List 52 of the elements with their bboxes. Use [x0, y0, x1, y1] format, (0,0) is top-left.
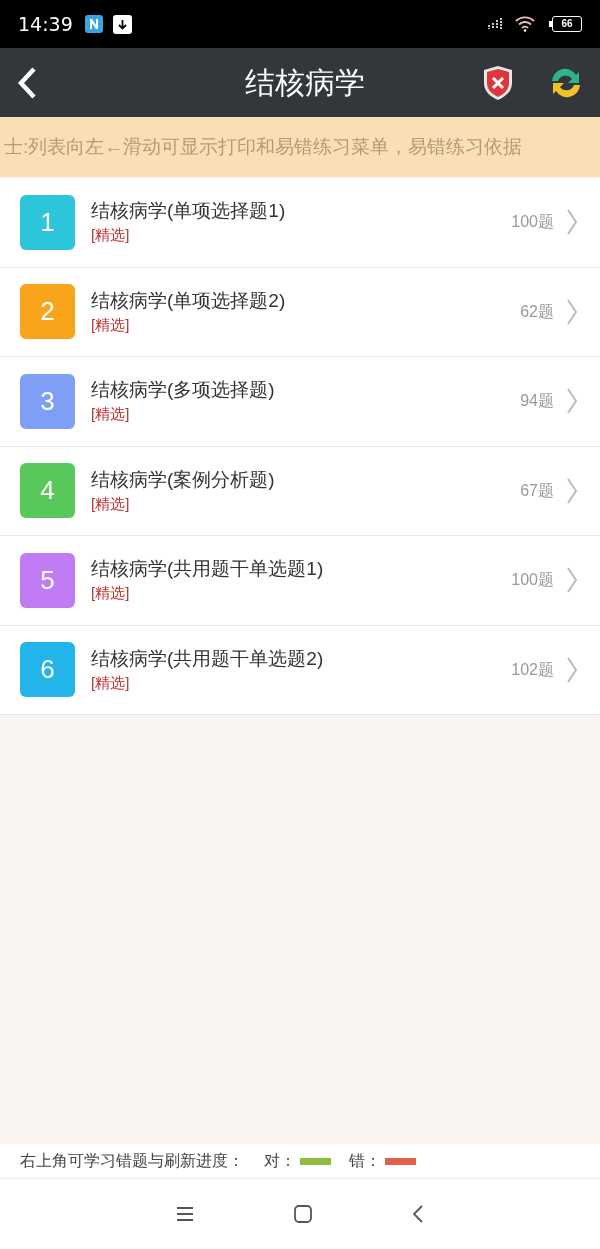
- home-icon[interactable]: [294, 1205, 312, 1223]
- item-tag: [精选]: [91, 313, 521, 336]
- item-title: 结核病学(单项选择题1): [91, 199, 287, 224]
- wifi-icon: [515, 16, 535, 32]
- item-title: 结核病学(共用题干单选题1): [91, 557, 325, 582]
- shield-icon[interactable]: [482, 64, 514, 101]
- question-count: 100题: [511, 212, 554, 233]
- tip-text: 士:列表向左←滑动可显示打印和易错练习菜单，易错练习依据: [3, 134, 523, 159]
- app-notification-icon: [84, 15, 103, 33]
- chevron-icon: [566, 388, 578, 415]
- number-badge: 1: [20, 194, 75, 250]
- item-tag: [精选]: [91, 671, 512, 694]
- legend-text: 右上角可学习错题与刷新进度：: [20, 1151, 244, 1171]
- question-count: 62题: [520, 301, 554, 322]
- list-item[interactable]: 1 结核病学(单项选择题1) [精选] 100题: [0, 178, 600, 268]
- menu-icon[interactable]: [176, 1207, 194, 1221]
- number-badge: 3: [20, 373, 75, 429]
- list-item[interactable]: 3 结核病学(多项选择题) [精选] 94题: [0, 357, 600, 447]
- chevron-icon: [566, 209, 578, 236]
- item-title: 结核病学(多项选择题): [91, 378, 276, 403]
- list-item[interactable]: 4 结核病学(案例分析题) [精选] 67题: [0, 446, 600, 536]
- chevron-icon: [566, 656, 578, 683]
- back-icon[interactable]: [16, 65, 38, 100]
- download-icon: [112, 14, 132, 34]
- item-tag: [精选]: [91, 403, 521, 426]
- list-item[interactable]: 2 结核病学(单项选择题2) [精选] 62题: [0, 267, 600, 357]
- battery-icon: 66: [549, 16, 582, 32]
- number-badge: 4: [20, 463, 75, 519]
- question-count: 102题: [511, 659, 554, 680]
- signal-icon: [487, 17, 505, 31]
- question-count: 94题: [520, 391, 554, 412]
- number-badge: 2: [20, 284, 75, 340]
- item-tag: [精选]: [91, 582, 512, 605]
- question-count: 100题: [511, 570, 554, 591]
- list-item[interactable]: 5 结核病学(共用题干单选题1) [精选] 100题: [0, 536, 600, 626]
- chevron-icon: [566, 567, 578, 594]
- number-badge: 6: [20, 642, 75, 698]
- question-count: 67题: [520, 480, 554, 501]
- number-badge: 5: [20, 552, 75, 608]
- item-tag: [精选]: [91, 492, 521, 515]
- item-title: 结核病学(单项选择题2): [91, 288, 287, 313]
- item-title: 结核病学(案例分析题): [91, 467, 276, 492]
- chevron-icon: [566, 298, 578, 325]
- status-time: 14:39: [18, 11, 73, 37]
- list-item[interactable]: 6 结核病学(共用题干单选题2) [精选] 102题: [0, 625, 600, 715]
- page-title: 结核病学: [244, 65, 366, 101]
- chevron-icon: [566, 477, 578, 504]
- item-tag: [精选]: [91, 224, 512, 247]
- legend-label: 对：: [264, 1151, 296, 1171]
- back-icon[interactable]: [412, 1205, 424, 1223]
- legend-label: 错：: [349, 1151, 381, 1171]
- item-title: 结核病学(共用题干单选题2): [91, 646, 325, 671]
